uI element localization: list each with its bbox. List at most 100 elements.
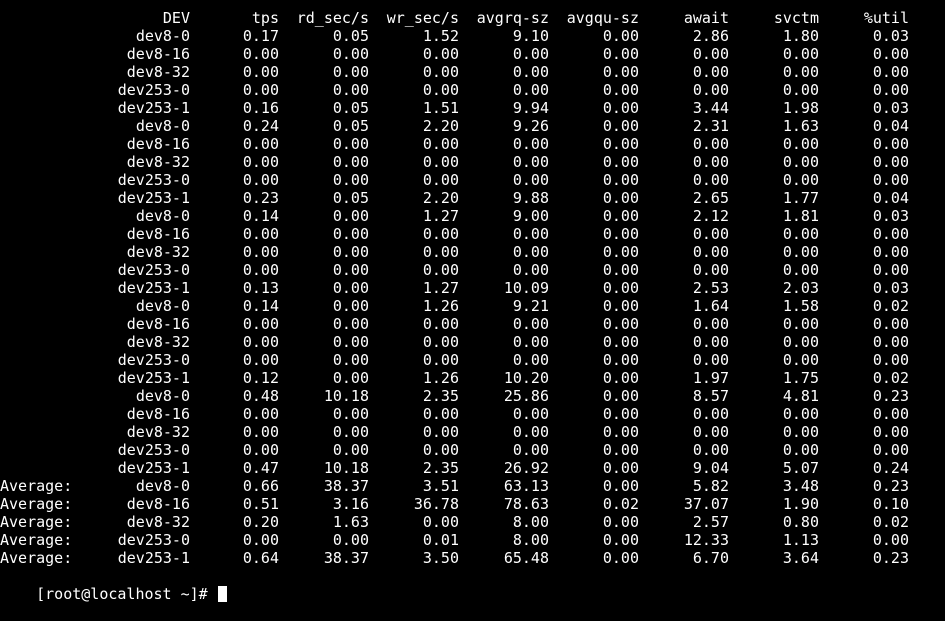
- cell-dev: dev253-1: [117, 189, 190, 207]
- cell-util: 0.03: [872, 207, 909, 225]
- cell-rd-sec: 0.05: [332, 99, 369, 117]
- cell-wr-sec: 0.00: [422, 315, 459, 333]
- cell-wr-sec: 1.26: [422, 369, 459, 387]
- cell-tps: 0.14: [242, 207, 279, 225]
- cell-avgqu-sz: 0.00: [602, 153, 639, 171]
- cell-avgqu-sz: 0.00: [602, 549, 639, 567]
- cell-rd-sec: 0.00: [332, 225, 369, 243]
- cell-svctm: 0.00: [782, 315, 819, 333]
- cell-wr-sec: 0.00: [422, 153, 459, 171]
- terminal-window[interactable]: DEV tps rd_sec/s wr_sec/s avgrq-sz avgqu…: [0, 9, 945, 603]
- cell-await: 0.00: [692, 243, 729, 261]
- cell-dev: dev253-0: [117, 171, 190, 189]
- table-row: dev253-1 0.47 10.18 2.35 26.92 0.00 9.04 5.07 0.…: [0, 459, 945, 477]
- cell-tps: 0.00: [242, 531, 279, 549]
- cell-util: 0.24: [872, 459, 909, 477]
- cell-util: 0.23: [872, 387, 909, 405]
- shell-prompt-line[interactable]: [root@localhost ~]#: [0, 567, 945, 603]
- cell-tps: 0.16: [242, 99, 279, 117]
- header-avgrq-sz: avgrq-sz: [476, 9, 549, 27]
- cell-rd-sec: 0.05: [332, 189, 369, 207]
- cell-tps: 0.00: [242, 153, 279, 171]
- table-row: dev8-16 0.00 0.00 0.00 0.00 0.00 0.00 0.00 0.00: [0, 315, 945, 333]
- header-svctm: svctm: [773, 9, 819, 27]
- cell-wr-sec: 0.00: [422, 423, 459, 441]
- cell-wr-sec: 1.27: [422, 207, 459, 225]
- cell-tps: 0.64: [242, 549, 279, 567]
- cell-dev: dev8-32: [126, 153, 190, 171]
- cell-await: 0.00: [692, 225, 729, 243]
- cell-util: 0.02: [872, 513, 909, 531]
- cell-wr-sec: 0.00: [422, 81, 459, 99]
- cell-dev: dev8-32: [126, 513, 190, 531]
- cell-await: 0.00: [692, 153, 729, 171]
- cell-rd-sec: 0.00: [332, 351, 369, 369]
- cell-rd-sec: 0.00: [332, 405, 369, 423]
- cell-avgqu-sz: 0.00: [602, 99, 639, 117]
- cell-rd-sec: 0.00: [332, 63, 369, 81]
- cell-avgqu-sz: 0.00: [602, 423, 639, 441]
- cell-avgqu-sz: 0.00: [602, 297, 639, 315]
- cell-dev: dev253-0: [117, 351, 190, 369]
- cell-dev: dev8-0: [135, 387, 190, 405]
- cell-wr-sec: 0.00: [422, 261, 459, 279]
- cell-avgrq-sz: 0.00: [512, 243, 549, 261]
- table-row: dev8-0 0.48 10.18 2.35 25.86 0.00 8.57 4.81 0.23: [0, 387, 945, 405]
- cell-wr-sec: 2.35: [422, 387, 459, 405]
- cell-svctm: 0.00: [782, 153, 819, 171]
- table-row: dev8-32 0.00 0.00 0.00 0.00 0.00 0.00 0.00 0.00: [0, 153, 945, 171]
- cell-rd-sec: 0.00: [332, 315, 369, 333]
- cell-rd-sec: 3.16: [332, 495, 369, 513]
- cell-avgqu-sz: 0.02: [602, 495, 639, 513]
- cell-avgrq-sz: 8.00: [512, 531, 549, 549]
- row-label: Average:: [0, 549, 73, 567]
- cell-tps: 0.51: [242, 495, 279, 513]
- cell-util: 0.02: [872, 297, 909, 315]
- cell-svctm: 0.00: [782, 225, 819, 243]
- cell-avgqu-sz: 0.00: [602, 279, 639, 297]
- cell-await: 8.57: [692, 387, 729, 405]
- cell-avgrq-sz: 8.00: [512, 513, 549, 531]
- cell-await: 0.00: [692, 81, 729, 99]
- header-wr-sec: wr_sec/s: [386, 9, 459, 27]
- cell-util: 0.10: [872, 495, 909, 513]
- cell-svctm: 1.98: [782, 99, 819, 117]
- cell-tps: 0.00: [242, 225, 279, 243]
- cell-wr-sec: 1.52: [422, 27, 459, 45]
- cell-svctm: 0.00: [782, 333, 819, 351]
- cell-util: 0.00: [872, 45, 909, 63]
- cell-dev: dev8-32: [126, 423, 190, 441]
- cell-util: 0.23: [872, 477, 909, 495]
- cell-avgqu-sz: 0.00: [602, 117, 639, 135]
- cell-avgrq-sz: 0.00: [512, 333, 549, 351]
- cell-svctm: 1.80: [782, 27, 819, 45]
- cell-util: 0.00: [872, 135, 909, 153]
- table-body: dev8-0 0.17 0.05 1.52 9.10 0.00 2.86 1.80 0.03 de…: [0, 27, 945, 567]
- header-tps: tps: [251, 9, 279, 27]
- cell-wr-sec: 3.51: [422, 477, 459, 495]
- cell-tps: 0.00: [242, 261, 279, 279]
- cell-svctm: 0.00: [782, 351, 819, 369]
- cell-dev: dev8-16: [126, 315, 190, 333]
- shell-prompt: [root@localhost ~]#: [36, 585, 217, 603]
- cell-wr-sec: 2.20: [422, 117, 459, 135]
- cell-avgqu-sz: 0.00: [602, 477, 639, 495]
- cell-wr-sec: 3.50: [422, 549, 459, 567]
- cell-rd-sec: 38.37: [323, 477, 369, 495]
- cell-avgrq-sz: 0.00: [512, 81, 549, 99]
- cell-dev: dev253-0: [117, 261, 190, 279]
- cell-util: 0.00: [872, 243, 909, 261]
- table-row: dev253-0 0.00 0.00 0.00 0.00 0.00 0.00 0.00 0.00: [0, 441, 945, 459]
- cell-rd-sec: 0.00: [332, 297, 369, 315]
- cell-rd-sec: 0.00: [332, 261, 369, 279]
- cell-util: 0.00: [872, 63, 909, 81]
- cell-avgqu-sz: 0.00: [602, 171, 639, 189]
- table-row: dev253-0 0.00 0.00 0.00 0.00 0.00 0.00 0.00 0.00: [0, 171, 945, 189]
- cell-tps: 0.24: [242, 117, 279, 135]
- cell-wr-sec: 0.00: [422, 63, 459, 81]
- cell-rd-sec: 0.00: [332, 153, 369, 171]
- cell-tps: 0.00: [242, 441, 279, 459]
- cell-avgrq-sz: 0.00: [512, 225, 549, 243]
- table-row: dev8-16 0.00 0.00 0.00 0.00 0.00 0.00 0.00 0.00: [0, 135, 945, 153]
- cell-await: 2.57: [692, 513, 729, 531]
